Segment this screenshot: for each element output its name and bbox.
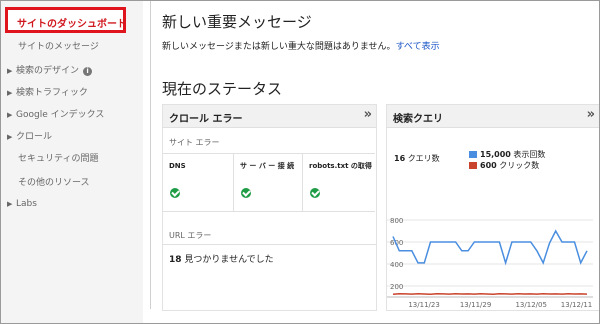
- sidebar-item-label: クロール: [16, 132, 53, 142]
- y-tick-label: 200: [390, 283, 403, 291]
- site-error-dns: DNS: [163, 154, 233, 211]
- sidebar-item-label: 検索トラフィック: [16, 88, 88, 98]
- dashboard-window: サイトのダッシュボード サイトのメッセージ ▶ 検索のデザイン i ▶ 検索トラフィッ…: [0, 0, 600, 324]
- x-tick-label: 13/12/05: [515, 301, 546, 309]
- check-icon: [310, 188, 320, 198]
- sidebar-item-label: その他のリソース: [18, 178, 90, 188]
- expand-arrow-icon: ▶: [7, 89, 13, 97]
- expand-arrow-icon: ▶: [7, 200, 13, 208]
- info-icon[interactable]: i: [83, 67, 93, 76]
- crawl-errors-panel: クロール エラー » サイト エラー DNS サ ー バ ー 接 続 robot…: [162, 104, 377, 311]
- sidebar-item-dashboard[interactable]: サイトのダッシュボード: [5, 7, 127, 33]
- crawl-errors-header[interactable]: クロール エラー »: [163, 105, 376, 128]
- divider: [163, 244, 376, 245]
- sidebar-item-search-appearance[interactable]: ▶ 検索のデザイン i: [7, 63, 93, 76]
- x-tick-label: 13/12/11: [561, 301, 592, 309]
- content-divider: [150, 1, 151, 309]
- url-errors-value[interactable]: 18 見つかりませんでした: [169, 252, 274, 265]
- search-queries-header[interactable]: 検索クエリ »: [387, 105, 599, 128]
- search-queries-panel: 検索クエリ » 16 クエリ数 15,000 表示回数 600 クリック数 80…: [386, 104, 599, 311]
- query-count-value: 16: [394, 154, 406, 163]
- legend-label: クリック数: [499, 161, 540, 170]
- legend-value: 600: [480, 161, 497, 170]
- sidebar-item-crawl[interactable]: ▶ クロール: [7, 129, 52, 142]
- status-heading: 現在のステータス: [162, 80, 283, 98]
- impressions-line: [392, 229, 588, 266]
- sidebar: サイトのダッシュボード サイトのメッセージ ▶ 検索のデザイン i ▶ 検索トラフィッ…: [1, 1, 143, 323]
- page-title: 新しい重要メッセージ: [162, 13, 312, 31]
- sidebar-item-label: サイトのメッセージ: [18, 42, 99, 52]
- y-tick-label: 800: [390, 217, 403, 225]
- query-count-label: クエリ数: [407, 154, 440, 163]
- sidebar-item-label: Labs: [16, 199, 37, 209]
- site-errors-table: DNS サ ー バ ー 接 続 robots.txt の取得: [163, 153, 375, 212]
- column-label: robots.txt の取得: [309, 162, 372, 170]
- sidebar-item-label: セキュリティの問題: [18, 154, 99, 164]
- url-errors-count: 18: [169, 255, 182, 265]
- expand-arrow-icon: ▶: [7, 111, 13, 119]
- search-queries-chart: 80060040020013/11/23 13/11/29 13/12/05 13/1…: [387, 217, 593, 309]
- sidebar-item-other-resources[interactable]: その他のリソース: [18, 175, 90, 188]
- messages-text: 新しいメッセージまたは新しい重大な問題はありません。: [162, 42, 396, 52]
- legend-value: 15,000: [480, 150, 511, 159]
- panel-title: クロール エラー: [169, 114, 243, 125]
- sidebar-item-google-index[interactable]: ▶ Google インデックス: [7, 107, 104, 120]
- show-all-link[interactable]: すべて表示: [396, 42, 440, 52]
- sidebar-item-labs[interactable]: ▶ Labs: [7, 199, 37, 209]
- site-errors-label: サイト エラー: [169, 138, 220, 147]
- clicks-line: [392, 292, 588, 296]
- sidebar-item-security-issues[interactable]: セキュリティの問題: [18, 151, 98, 164]
- legend-swatch: [469, 151, 477, 158]
- column-label: サ ー バ ー 接 続: [240, 162, 295, 170]
- sidebar-item-search-traffic[interactable]: ▶ 検索トラフィック: [7, 85, 88, 98]
- sidebar-item-messages[interactable]: サイトのメッセージ: [18, 39, 99, 52]
- site-error-server: サ ー バ ー 接 続: [233, 154, 303, 211]
- check-icon: [170, 188, 180, 198]
- site-error-robots: robots.txt の取得: [302, 154, 376, 211]
- sidebar-item-label: サイトのダッシュボード: [17, 19, 127, 30]
- legend-impressions: 15,000 表示回数: [469, 149, 545, 160]
- sidebar-item-label: 検索のデザイン: [16, 66, 80, 76]
- url-errors-text: 見つかりませんでした: [184, 255, 274, 265]
- column-label: DNS: [169, 162, 186, 170]
- y-tick-label: 400: [390, 261, 403, 269]
- x-tick-label: 13/11/29: [460, 301, 491, 309]
- x-tick-label: 13/11/23: [408, 301, 439, 309]
- double-chevron-right-icon[interactable]: »: [587, 107, 596, 122]
- legend-clicks: 600 クリック数: [469, 160, 539, 171]
- legend-label: 表示回数: [513, 150, 546, 159]
- expand-arrow-icon: ▶: [7, 133, 13, 141]
- sidebar-item-label: Google インデックス: [16, 110, 105, 120]
- expand-arrow-icon: ▶: [7, 67, 13, 75]
- double-chevron-right-icon[interactable]: »: [364, 107, 373, 122]
- legend-swatch: [469, 162, 477, 169]
- panel-title: 検索クエリ: [393, 114, 443, 125]
- check-icon: [241, 188, 251, 198]
- messages-summary: 新しいメッセージまたは新しい重大な問題はありません。すべて表示: [162, 39, 440, 52]
- url-errors-label: URL エラー: [169, 231, 212, 240]
- query-count: 16 クエリ数: [394, 153, 440, 164]
